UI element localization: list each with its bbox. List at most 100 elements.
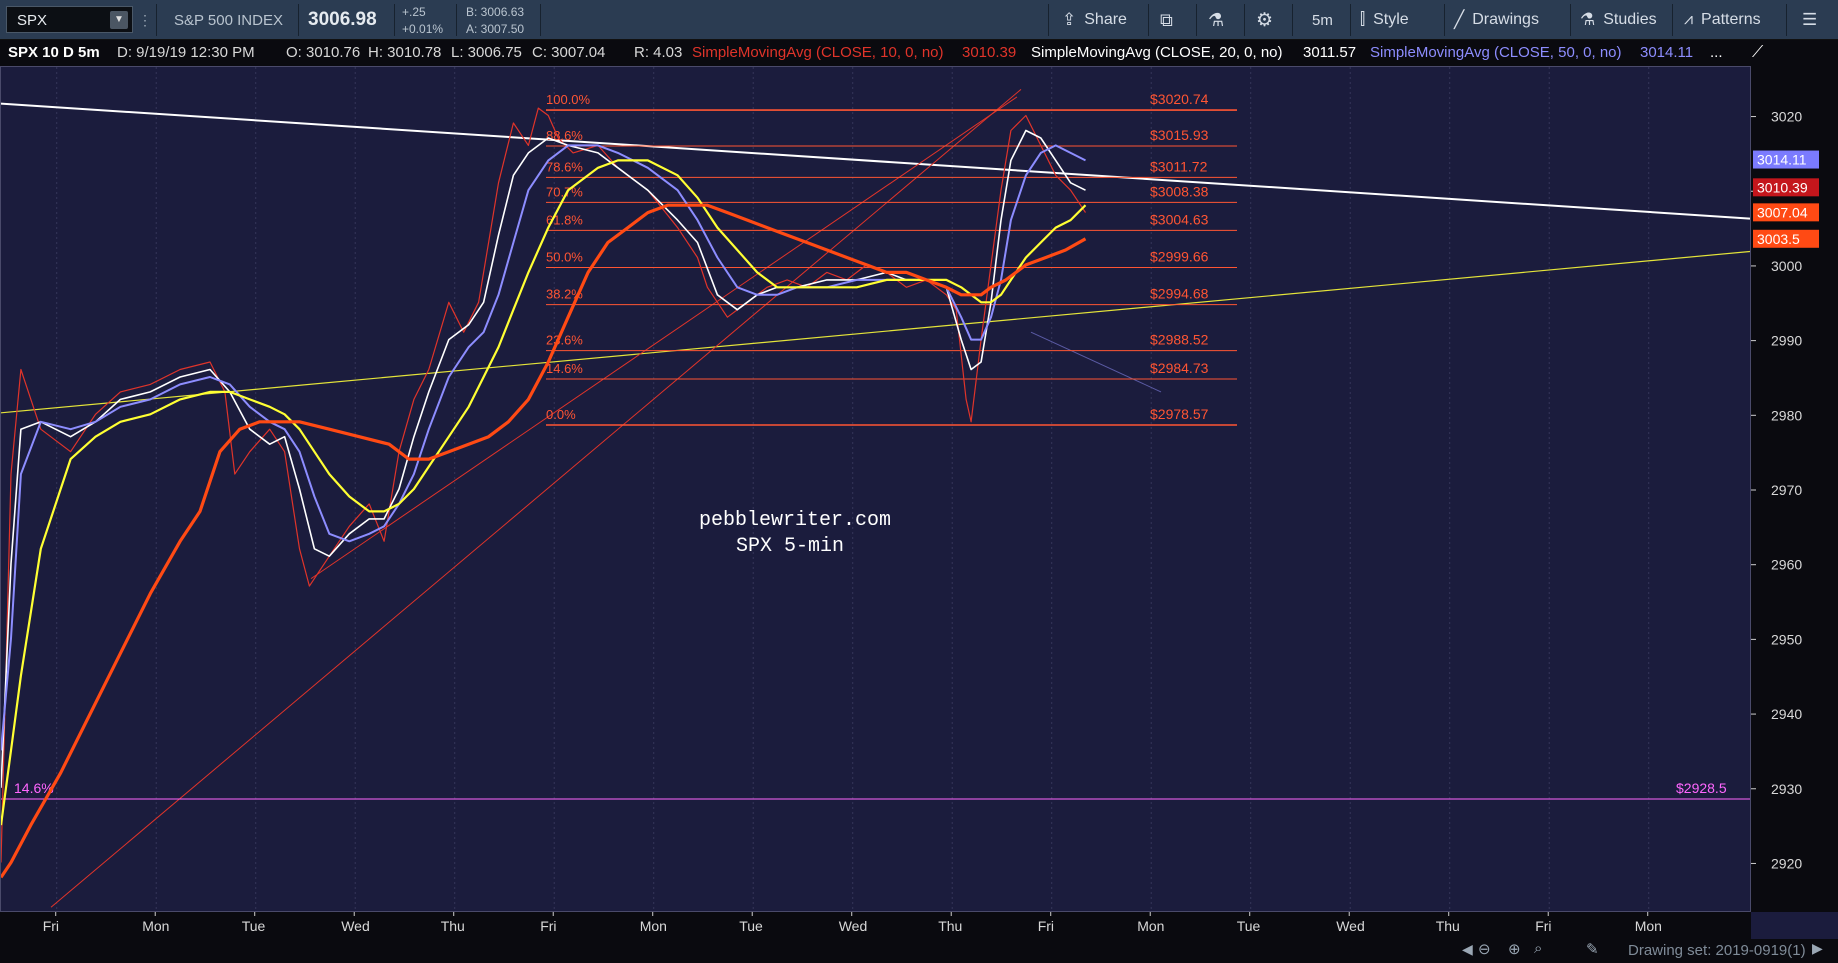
x-tick-label: Wed: [341, 918, 370, 934]
series-sma_slow-line: [0, 203, 1087, 879]
series-sma20-line: [0, 144, 1086, 751]
symbol-input[interactable]: SPX: [17, 12, 47, 29]
pan-icon[interactable]: ⊕: [1508, 940, 1521, 958]
studies-button[interactable]: ⚗ Studies: [1580, 0, 1657, 40]
fib-level-pct: 23.6%: [546, 333, 583, 348]
watermark-line1: pebblewriter.com: [699, 509, 891, 532]
sma10-value: 3010.39: [962, 44, 1017, 61]
y-tick-label: 2930: [1771, 781, 1802, 797]
price-badge-label: 3014.11: [1757, 152, 1807, 168]
price-axis[interactable]: 2920 2930 2940 2950 2960 2970 2980 2990 3000 3020…: [1751, 66, 1838, 912]
y-tick-label: 3000: [1771, 258, 1802, 274]
sma50-value: 3014.11: [1640, 44, 1694, 61]
y-tick-label: 2940: [1771, 706, 1802, 722]
index-name: S&P 500 INDEX: [174, 11, 283, 29]
fib-level-pct: 50.0%: [546, 249, 583, 264]
share-icon: ⇪: [1062, 10, 1077, 29]
last-price: 3006.98: [308, 9, 377, 30]
time-axis[interactable]: Fri Mon Tue Wed Thu Fri Mon Tue Wed Thu Fri Mon Tue W…: [0, 912, 1751, 939]
y-tick-label: 2960: [1771, 557, 1802, 573]
fib-level-price: $3020.74: [1150, 91, 1209, 107]
sma20-label: SimpleMovingAvg (CLOSE, 20, 0, no): [1031, 44, 1283, 61]
x-tick-label: Wed: [1336, 918, 1365, 934]
pencil-drawing-icon[interactable]: ✎: [1586, 940, 1599, 958]
fib-level-price: $2999.66: [1150, 248, 1209, 264]
x-tick-label: Tue: [242, 918, 266, 934]
stat-range: R: 4.03: [634, 44, 683, 61]
trend-icon[interactable]: ⟋: [1752, 44, 1763, 62]
sma10-label: SimpleMovingAvg (CLOSE, 10, 0, no): [692, 44, 944, 61]
scroll-left-icon[interactable]: ◀: [1462, 941, 1473, 958]
fib-level-price: $2994.68: [1150, 286, 1209, 302]
price-badge-label: 3003.5: [1757, 231, 1800, 247]
stats-more[interactable]: ...: [1710, 44, 1723, 61]
drawings-label: Drawings: [1472, 11, 1539, 28]
share-button[interactable]: ⇪ Share: [1062, 0, 1127, 40]
fib-level-pct: 100.0%: [546, 92, 591, 107]
fib-level-price: $3008.38: [1150, 183, 1209, 199]
series-sma10-line: [0, 129, 1086, 788]
ask-price: A: 3007.50: [466, 22, 525, 36]
fibonacci-retracement: 100.0% $3020.74 88.6% $3015.93 78.6% $3011.72…: [1, 91, 1750, 800]
stat-close: C: 3007.04: [532, 44, 606, 61]
stat-high: H: 3010.78: [368, 44, 442, 61]
interval-button[interactable]: 5m: [1312, 0, 1333, 40]
fib-level-pct: 88.6%: [546, 128, 583, 143]
symbol-selector[interactable]: SPX ▼: [6, 6, 133, 33]
price-chart[interactable]: 100.0% $3020.74 88.6% $3015.93 78.6% $3011.72…: [0, 67, 1751, 911]
x-tick-label: Thu: [938, 918, 962, 934]
x-tick-label: Wed: [839, 918, 868, 934]
stat-date: D: 9/19/19 12:30 PM: [117, 44, 255, 61]
style-label: Style: [1373, 11, 1409, 28]
fib-level-price: $3004.63: [1150, 211, 1209, 227]
watermark-line2: SPX 5-min: [736, 535, 844, 558]
trend-lines: [0, 89, 1751, 908]
x-tick-label: Fri: [43, 918, 59, 934]
x-tick-label: Mon: [1137, 918, 1164, 934]
link-icon[interactable]: ⋮: [138, 0, 152, 40]
flask-studies-icon: ⚗: [1580, 10, 1596, 29]
drawing-set-label[interactable]: Drawing set: 2019-0919(1): [1628, 942, 1806, 959]
vertical-gridlines: [56, 67, 1650, 911]
series-price-line: [0, 107, 1086, 863]
fib-level-price: $2978.57: [1150, 406, 1209, 422]
zoom-out-icon[interactable]: ⊖: [1478, 940, 1491, 958]
fib-level-pct: 78.6%: [546, 159, 583, 174]
scroll-right-icon[interactable]: ▶: [1812, 940, 1823, 957]
y-tick-label: 2950: [1771, 631, 1802, 647]
patterns-label: Patterns: [1701, 11, 1761, 28]
gear-icon[interactable]: ⚙: [1256, 0, 1273, 40]
x-tick-label: Mon: [640, 918, 667, 934]
y-tick-label: 2970: [1771, 482, 1802, 498]
y-tick-label: 3020: [1771, 109, 1802, 125]
style-button[interactable]: ⫿ Style: [1360, 0, 1409, 40]
zoom-icon[interactable]: ⌕: [1534, 940, 1542, 957]
y-tick-label: 2920: [1771, 855, 1802, 871]
projection-line: [1030, 331, 1162, 393]
share-label: Share: [1084, 11, 1127, 28]
patterns-icon: ⩘: [1684, 11, 1694, 28]
price-badge-label: 3010.39: [1757, 179, 1808, 195]
x-tick-label: Fri: [1535, 918, 1551, 934]
x-tick-label: Thu: [1436, 918, 1460, 934]
x-tick-label: Fri: [540, 918, 556, 934]
menu-icon[interactable]: ☰: [1802, 0, 1817, 40]
candle-icon: ⫿: [1360, 11, 1366, 28]
patterns-button[interactable]: ⩘ Patterns: [1684, 0, 1761, 40]
fib-level-pct: 14.6%: [546, 361, 583, 376]
stats-line: SPX 10 D 5m D: 9/19/19 12:30 PM O: 3010.…: [0, 40, 1838, 66]
chart-plot-area[interactable]: 100.0% $3020.74 88.6% $3015.93 78.6% $3011.72…: [0, 66, 1751, 912]
x-tick-label: Fri: [1038, 918, 1054, 934]
sma50-label: SimpleMovingAvg (CLOSE, 50, 0, no): [1370, 44, 1622, 61]
fib-level-price: $3015.93: [1150, 127, 1209, 143]
rising-channel-line: [50, 89, 1022, 908]
fib-level-price: $3011.72: [1150, 158, 1208, 174]
camera-icon[interactable]: ⧉: [1160, 0, 1173, 40]
flask-icon[interactable]: ⚗: [1208, 0, 1224, 40]
drawings-button[interactable]: ╱ Drawings: [1454, 0, 1539, 40]
x-tick-label: Mon: [1635, 918, 1662, 934]
x-tick-label: Thu: [441, 918, 465, 934]
chevron-down-icon[interactable]: ▼: [110, 11, 128, 29]
x-tick-label: Tue: [1237, 918, 1261, 934]
stat-low: L: 3006.75: [451, 44, 522, 61]
